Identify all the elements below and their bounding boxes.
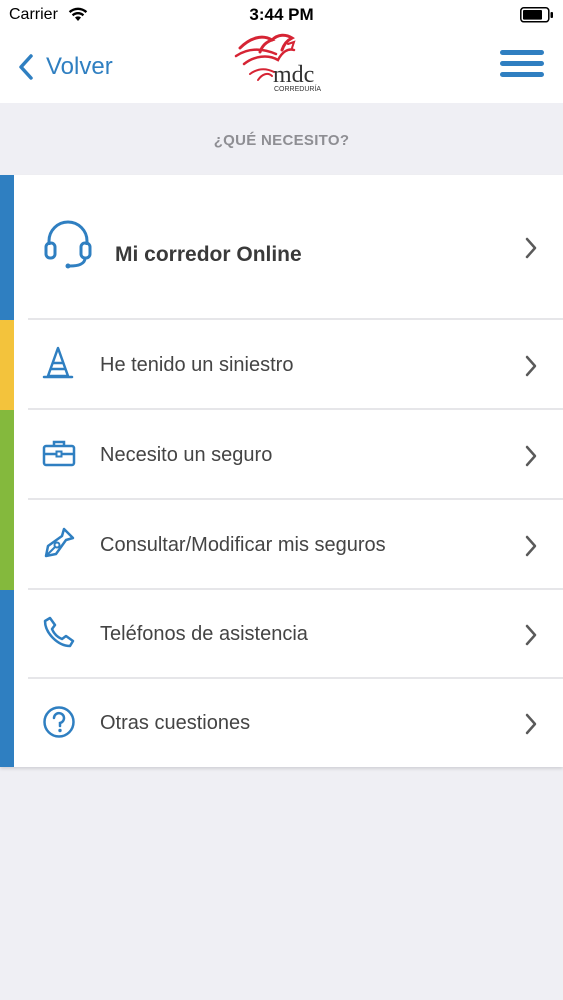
menu-item-label: Necesito un seguro [100, 444, 273, 466]
chevron-left-icon [19, 54, 33, 80]
menu-item-label: Teléfonos de asistencia [100, 623, 308, 645]
headset-icon [44, 220, 92, 269]
question-circle-icon [43, 706, 75, 738]
status-time: 3:44 PM [249, 5, 314, 24]
menu-item-consultar-modificar[interactable]: Consultar/Modificar mis seguros [28, 500, 563, 590]
stripe-blue [0, 175, 14, 320]
svg-text:mdc: mdc [273, 62, 314, 88]
hamburger-line [500, 50, 544, 55]
menu-item-siniestro[interactable]: He tenido un siniestro [28, 320, 563, 410]
options-list: Mi corredor Online He tenido un siniestr… [0, 175, 563, 767]
menu-item-telefonos[interactable]: Teléfonos de asistencia [28, 590, 563, 679]
chevron-right-icon [525, 355, 537, 377]
hamburger-line [500, 72, 544, 77]
chevron-right-icon [525, 624, 537, 646]
hamburger-line [500, 61, 544, 66]
stripe-yellow [0, 320, 14, 410]
section-title: ¿QUÉ NECESITO? [0, 103, 563, 175]
pen-nib-icon [44, 527, 75, 558]
menu-item-label: Mi corredor Online [115, 243, 302, 266]
chevron-right-icon [525, 237, 537, 259]
traffic-cone-icon [42, 346, 74, 379]
navigation-bar: Volver mdc CORREDURÍA [0, 30, 563, 103]
stripe-blue [0, 590, 14, 767]
stripe-green [0, 410, 14, 590]
back-button[interactable]: Volver [18, 47, 113, 87]
menu-item-otras-cuestiones[interactable]: Otras cuestiones [28, 679, 563, 767]
menu-item-necesito-seguro[interactable]: Necesito un seguro [28, 410, 563, 500]
mdc-logo: mdc CORREDURÍA [234, 33, 321, 93]
svg-text:CORREDURÍA: CORREDURÍA [274, 84, 321, 93]
menu-item-label: Consultar/Modificar mis seguros [100, 534, 386, 556]
menu-item-label: Otras cuestiones [100, 712, 251, 734]
battery-icon [520, 7, 553, 23]
chevron-right-icon [525, 535, 537, 557]
chevron-right-icon [525, 713, 537, 735]
menu-item-mi-corredor-online[interactable]: Mi corredor Online [28, 175, 563, 320]
menu-item-label: He tenido un siniestro [100, 354, 294, 376]
status-bar: Carrier 3:44 PM [0, 0, 563, 30]
chevron-right-icon [525, 445, 537, 467]
hamburger-menu-button[interactable] [500, 50, 544, 84]
back-label: Volver [46, 53, 113, 80]
phone-icon [43, 616, 75, 648]
briefcase-icon [42, 440, 76, 467]
